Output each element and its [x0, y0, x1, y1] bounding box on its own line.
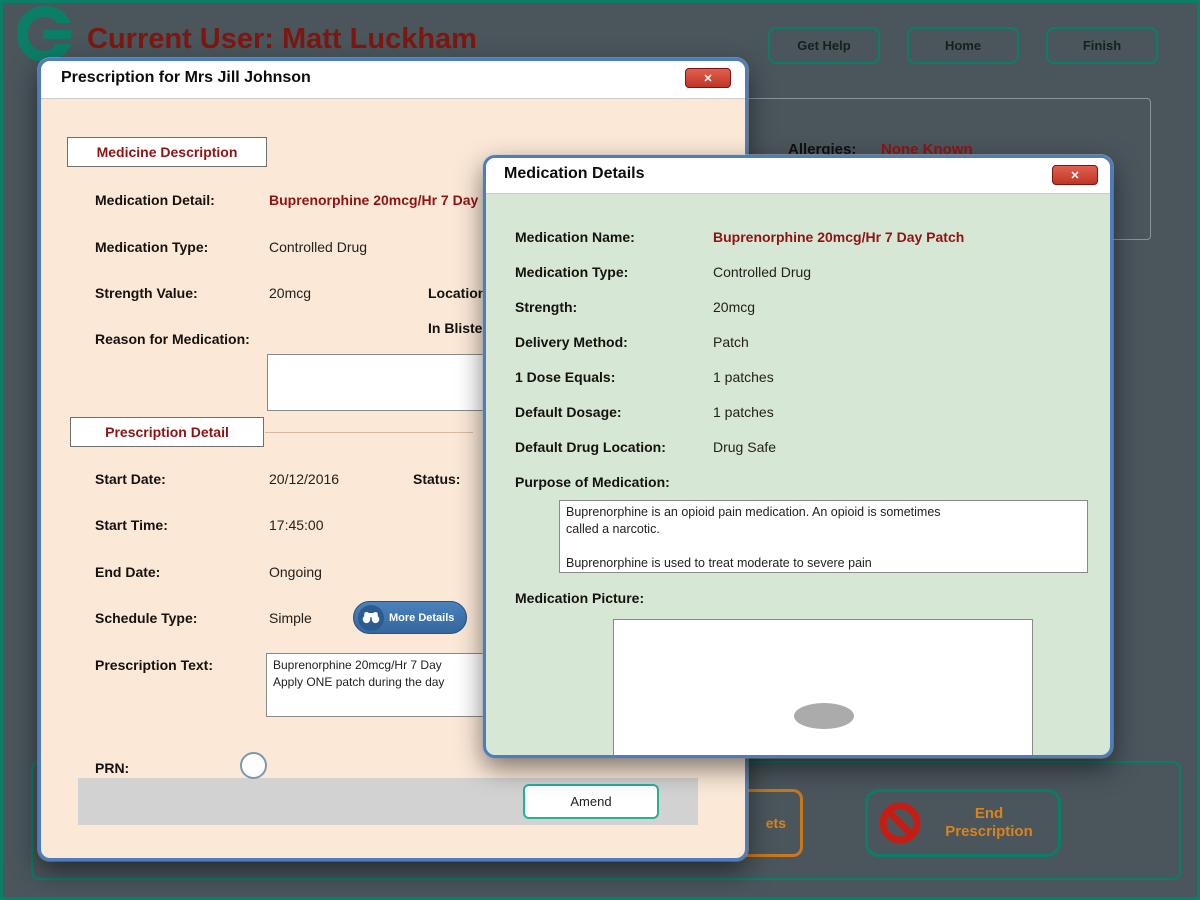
- section-divider: [265, 432, 473, 433]
- field-value: Patch: [713, 334, 749, 350]
- field-value: 20mcg: [713, 299, 756, 315]
- field-label: Default Drug Location:: [515, 439, 666, 455]
- prn-label: PRN:: [95, 760, 130, 776]
- field-value: Drug Safe: [713, 439, 777, 455]
- amend-button[interactable]: Amend: [523, 784, 659, 819]
- get-help-button[interactable]: Get Help: [768, 27, 880, 64]
- close-icon[interactable]: ✕: [685, 68, 731, 88]
- no-entry-icon: [879, 802, 921, 844]
- field-value: 1 patches: [713, 404, 774, 420]
- end-prescription-label: End Prescription: [945, 805, 1033, 840]
- field-row-medication-type: Medication Type: Controlled Drug: [486, 264, 1110, 286]
- more-details-label: More Details: [389, 611, 455, 624]
- start-time-value: 17:45:00: [269, 517, 324, 533]
- purpose-label: Purpose of Medication:: [515, 474, 670, 490]
- section-medicine-description: Medicine Description: [67, 137, 267, 167]
- current-user-label: Current User: Matt Luckham: [87, 23, 477, 55]
- start-date-label: Start Date:: [95, 471, 166, 487]
- app-logo: [17, 6, 71, 62]
- field-value: Buprenorphine 20mcg/Hr 7 Day Patch: [713, 229, 965, 245]
- prescription-dialog-title: Prescription for Mrs Jill Johnson: [61, 69, 311, 86]
- field-label: Strength:: [515, 299, 578, 315]
- app-root: Current User: Matt Luckham Get Help Home…: [0, 0, 1200, 900]
- field-label: Medication Type:: [515, 264, 629, 280]
- home-button[interactable]: Home: [907, 27, 1019, 64]
- schedule-type-label: Schedule Type:: [95, 610, 198, 626]
- strength-value-label: Strength Value:: [95, 285, 198, 301]
- medication-detail-label: Medication Detail:: [95, 192, 215, 208]
- field-row-default-dosage: Default Dosage: 1 patches: [486, 404, 1110, 426]
- close-icon[interactable]: ✕: [1052, 165, 1098, 185]
- partial-hidden-button-label: ets: [765, 815, 786, 831]
- medication-picture-label: Medication Picture:: [515, 590, 645, 606]
- medication-picture-box: [613, 619, 1033, 755]
- field-row-medication-name: Medication Name: Buprenorphine 20mcg/Hr …: [486, 229, 1110, 251]
- finish-button[interactable]: Finish: [1046, 27, 1158, 64]
- end-date-label: End Date:: [95, 564, 161, 580]
- medication-picture-image: [794, 703, 854, 729]
- field-row-strength: Strength: 20mcg: [486, 299, 1110, 321]
- strength-value: 20mcg: [269, 285, 312, 301]
- field-value: 1 patches: [713, 369, 774, 385]
- purpose-textarea[interactable]: Buprenorphine is an opioid pain medicati…: [559, 500, 1088, 573]
- medication-type-value: Controlled Drug: [269, 239, 368, 255]
- field-label: Delivery Method:: [515, 334, 628, 350]
- end-prescription-button[interactable]: End Prescription: [865, 789, 1061, 857]
- location-label: Location:: [428, 285, 491, 301]
- binoculars-icon: [358, 604, 384, 631]
- field-row-delivery-method: Delivery Method: Patch: [486, 334, 1110, 356]
- status-label: Status:: [413, 471, 461, 487]
- field-row-default-drug-location: Default Drug Location: Drug Safe: [486, 439, 1110, 461]
- start-date-value: 20/12/2016: [269, 471, 340, 487]
- prescription-text-input[interactable]: Buprenorphine 20mcg/Hr 7 Day Apply ONE p…: [266, 653, 498, 717]
- medication-details-dialog: Medication Details ✕ Medication Name: Bu…: [483, 155, 1113, 758]
- more-details-button[interactable]: More Details: [353, 601, 467, 634]
- schedule-type-value: Simple: [269, 610, 312, 626]
- prescription-text-label: Prescription Text:: [95, 657, 213, 673]
- medication-type-label: Medication Type:: [95, 239, 209, 255]
- field-label: Medication Name:: [515, 229, 635, 245]
- prn-radio[interactable]: [240, 752, 267, 779]
- start-time-label: Start Time:: [95, 517, 168, 533]
- medication-dialog-title: Medication Details: [504, 165, 645, 182]
- field-row-dose-equals: 1 Dose Equals: 1 patches: [486, 369, 1110, 391]
- end-date-value: Ongoing: [269, 564, 322, 580]
- field-value: Controlled Drug: [713, 264, 812, 280]
- field-label: 1 Dose Equals:: [515, 369, 616, 385]
- section-prescription-detail: Prescription Detail: [70, 417, 264, 447]
- reason-label: Reason for Medication:: [95, 331, 250, 347]
- field-label: Default Dosage:: [515, 404, 622, 420]
